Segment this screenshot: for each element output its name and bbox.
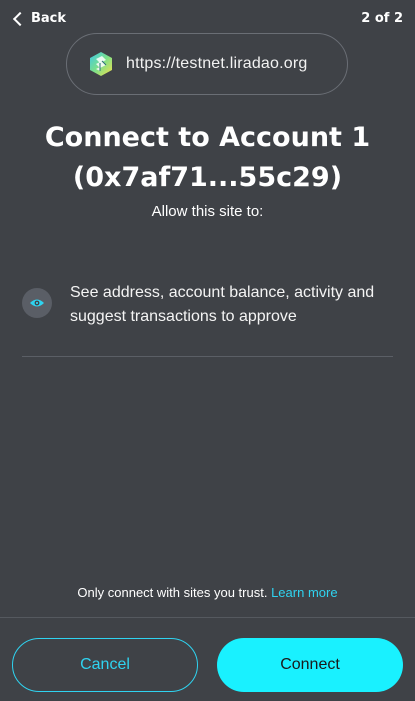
connect-button[interactable]: Connect: [217, 638, 403, 692]
eye-icon: [22, 288, 52, 318]
site-origin-pill: https://testnet.liradao.org: [66, 33, 348, 95]
footer-divider: [0, 617, 415, 618]
liradao-logo-icon: [88, 51, 114, 77]
permission-subtitle: Allow this site to:: [151, 203, 264, 220]
back-button[interactable]: Back: [12, 11, 67, 27]
account-address: (0x7af71...55c29): [72, 162, 343, 193]
cancel-button[interactable]: Cancel: [12, 638, 198, 692]
learn-more-link[interactable]: Learn more: [271, 585, 337, 600]
title-line-1: Connect to Account 1: [44, 122, 371, 153]
trust-notice: Only connect with sites you trust. Learn…: [0, 585, 415, 600]
divider: [22, 356, 393, 357]
back-label: Back: [31, 11, 67, 26]
step-indicator: 2 of 2: [361, 11, 403, 26]
permission-item: See address, account balance, activity a…: [22, 281, 395, 329]
page-title: Connect to Account 1 (0x7af71...55c29): [0, 118, 415, 198]
site-url: https://testnet.liradao.org: [126, 55, 308, 72]
chevron-left-icon: [12, 11, 28, 27]
trust-text: Only connect with sites you trust.: [77, 585, 268, 600]
permission-text: See address, account balance, activity a…: [70, 284, 375, 325]
